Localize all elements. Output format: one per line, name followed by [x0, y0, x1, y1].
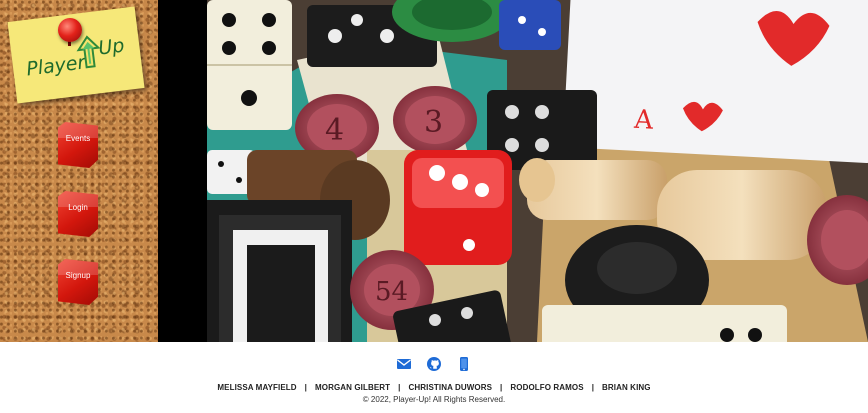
name-separator: |: [591, 383, 595, 392]
team-member-name: MORGAN GILBERT: [314, 383, 391, 392]
nav-signup-label: Signup: [65, 271, 91, 280]
team-member-name: MELISSA MAYFIELD: [217, 383, 297, 392]
github-icon[interactable]: [426, 356, 442, 372]
footer-icon-row: [0, 356, 868, 372]
name-separator: |: [398, 383, 401, 392]
game-pieces-illustration: A 4 3 54: [207, 0, 868, 342]
name-separator: |: [500, 383, 503, 392]
name-separator: |: [304, 383, 307, 392]
envelope-icon[interactable]: [396, 356, 412, 372]
nav-events-button[interactable]: Events: [58, 122, 98, 168]
nav-login-button[interactable]: Login: [58, 191, 98, 237]
nav-signup-button[interactable]: Signup: [58, 259, 98, 305]
svg-text:3: 3: [424, 105, 443, 140]
nav-login-label: Login: [68, 203, 88, 212]
team-member-name: CHRISTINA DUWORS: [408, 383, 493, 392]
team-names: MELISSA MAYFIELD | MORGAN GILBERT | CHRI…: [0, 383, 868, 392]
hero-game-pieces-image: A 4 3 54: [207, 0, 868, 342]
corkboard-sidebar: Player Up Events Login Signup: [0, 0, 158, 342]
copyright-text: © 2022, Player-Up! All Rights Reserved.: [362, 395, 506, 404]
team-member-name: RODOLFO RAMOS: [510, 383, 584, 392]
red-cube-icon: [58, 191, 98, 237]
mobile-phone-icon[interactable]: [456, 356, 472, 372]
red-cube-icon: [58, 259, 98, 305]
svg-text:A: A: [632, 105, 655, 136]
nav-events-label: Events: [65, 134, 91, 143]
svg-text:54: 54: [375, 277, 408, 307]
site-footer: MELISSA MAYFIELD | MORGAN GILBERT | CHRI…: [0, 342, 868, 413]
svg-text:4: 4: [325, 113, 344, 148]
red-cube-icon: [58, 122, 98, 168]
team-member-name: BRIAN KING: [602, 383, 651, 392]
logo-word-up: Up: [97, 34, 126, 60]
black-divider: [158, 0, 207, 342]
